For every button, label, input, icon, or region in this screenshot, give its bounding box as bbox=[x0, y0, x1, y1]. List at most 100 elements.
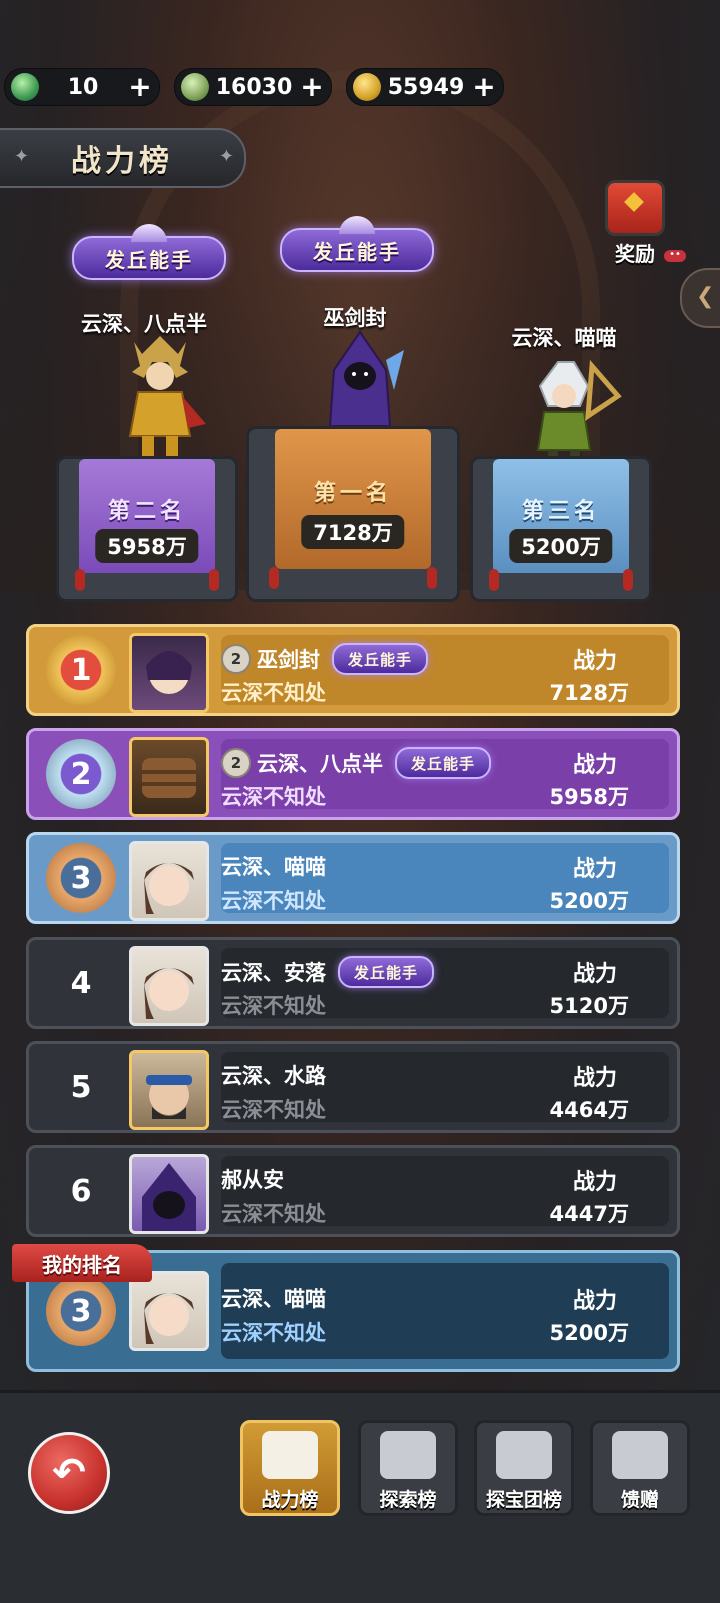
title-badge: 发丘能手 bbox=[338, 956, 435, 988]
rank-row-2[interactable]: 2 2 云深、八点半 发丘能手 云深不知处 战力 5958万 bbox=[26, 728, 680, 820]
page-title-plate: ✦ 战力榜 ✦ bbox=[0, 128, 246, 188]
podium-rank-label: 第二名 bbox=[107, 499, 186, 524]
power-label: 战力 bbox=[572, 649, 617, 674]
notification-dot: •• bbox=[664, 250, 686, 262]
avatar-portrait bbox=[144, 968, 194, 1019]
tassel-icon bbox=[489, 569, 499, 591]
title-badge: 发丘能手 bbox=[395, 747, 492, 779]
currency-coin: 55949 + bbox=[346, 68, 504, 106]
tab-explore-ranking[interactable]: 探索榜 bbox=[358, 1420, 458, 1516]
tassel-icon bbox=[269, 567, 279, 589]
player-name: 郝从安 bbox=[221, 1168, 284, 1192]
level-badge: 2 bbox=[221, 748, 251, 778]
guild-name: 云深不知处 bbox=[221, 1098, 326, 1122]
currency-value: 16030 bbox=[215, 74, 293, 100]
player-name: 2 云深、八点半 发丘能手 bbox=[221, 747, 492, 779]
fist-icon bbox=[262, 1431, 318, 1479]
sparkle-icon: ✦ bbox=[14, 146, 30, 167]
coin-icon bbox=[353, 73, 381, 101]
back-arrow-icon: ↶ bbox=[52, 1450, 86, 1496]
reward-label: 奖励 bbox=[615, 242, 655, 266]
power-label: 战力 bbox=[572, 1289, 617, 1314]
power-label: 战力 bbox=[572, 1066, 617, 1091]
hero-golden-warrior[interactable] bbox=[112, 332, 208, 472]
avatar-portrait bbox=[144, 863, 194, 914]
guild-name: 云深不知处 bbox=[221, 785, 326, 809]
avatar[interactable] bbox=[129, 946, 209, 1026]
guild-name: 云深不知处 bbox=[221, 994, 326, 1018]
power-label: 战力 bbox=[572, 1170, 617, 1195]
jade-icon bbox=[11, 73, 39, 101]
power-label: 战力 bbox=[572, 962, 617, 987]
podium-power: 5200万 bbox=[509, 529, 613, 563]
avatar-portrait bbox=[144, 1293, 194, 1344]
tab-treasure-team-ranking[interactable]: 探宝团榜 bbox=[474, 1420, 574, 1516]
player-name: 云深、水路 bbox=[221, 1064, 326, 1088]
avatar-portrait bbox=[146, 651, 192, 694]
guild-name: 云深不知处 bbox=[221, 681, 326, 705]
avatar[interactable] bbox=[129, 1050, 209, 1130]
power-value: 7128万 bbox=[549, 681, 629, 705]
tassel-icon bbox=[75, 569, 85, 591]
tab-gift[interactable]: 馈赠 bbox=[590, 1420, 690, 1516]
tassel-icon bbox=[427, 567, 437, 589]
avatar[interactable] bbox=[129, 841, 209, 921]
player-name: 云深、喵喵 bbox=[221, 1287, 326, 1311]
tent-icon bbox=[496, 1431, 552, 1479]
podium-chest-first: 第一名 7128万 bbox=[246, 426, 460, 602]
guild-name: 云深不知处 bbox=[221, 1202, 326, 1226]
avatar-portrait bbox=[142, 758, 196, 798]
back-button[interactable]: ↶ bbox=[28, 1432, 110, 1514]
guild-name: 云深不知处 bbox=[221, 889, 326, 913]
title-badge-first: 发丘能手 bbox=[280, 216, 434, 272]
power-value: 5958万 bbox=[549, 785, 629, 809]
title-badge: 发丘能手 bbox=[332, 643, 429, 675]
power-value: 5120万 bbox=[549, 994, 629, 1018]
add-coin-button[interactable]: + bbox=[471, 73, 497, 101]
power-label: 战力 bbox=[572, 753, 617, 778]
rank-row-5[interactable]: 5 云深、水路 云深不知处 战力 4464万 bbox=[26, 1041, 680, 1133]
avatar[interactable] bbox=[129, 1154, 209, 1234]
tab-power-ranking[interactable]: 战力榜 bbox=[240, 1420, 340, 1516]
currency-jade: 10 + bbox=[4, 68, 160, 106]
sparkle-icon: ✦ bbox=[218, 146, 234, 167]
podium-rank-label: 第三名 bbox=[521, 499, 600, 524]
rank-row-6[interactable]: 6 郝从安 云深不知处 战力 4447万 bbox=[26, 1145, 680, 1237]
reward-button[interactable]: 奖励 bbox=[600, 180, 670, 266]
rank-number: 6 bbox=[70, 1173, 92, 1209]
podium-name-first: 巫剑封 bbox=[323, 306, 387, 330]
add-money-bag-button[interactable]: + bbox=[299, 73, 325, 101]
player-name: 云深、安落 发丘能手 bbox=[221, 956, 435, 988]
podium-power: 7128万 bbox=[301, 515, 405, 549]
rank-number: 5 bbox=[70, 1069, 92, 1105]
title-badge-second: 发丘能手 bbox=[72, 224, 226, 280]
rank-row-1[interactable]: 1 2 巫剑封 发丘能手 云深不知处 战力 7128万 bbox=[26, 624, 680, 716]
money-bag-icon bbox=[181, 73, 209, 101]
player-name: 2 巫剑封 发丘能手 bbox=[221, 643, 429, 675]
podium-name-third: 云深、喵喵 bbox=[511, 326, 617, 350]
rank-row-3[interactable]: 3 云深、喵喵 云深不知处 战力 5200万 bbox=[26, 832, 680, 924]
podium-power: 5958万 bbox=[95, 529, 199, 563]
avatar[interactable] bbox=[129, 737, 209, 817]
guild-name: 云深不知处 bbox=[221, 1321, 326, 1345]
podium-chest-third: 第三名 5200万 bbox=[470, 456, 652, 602]
power-label: 战力 bbox=[572, 857, 617, 882]
rank-medal-3: 3 bbox=[46, 843, 116, 913]
add-jade-button[interactable]: + bbox=[127, 73, 153, 101]
player-name: 云深、喵喵 bbox=[221, 855, 326, 879]
page-title: 战力榜 bbox=[71, 144, 173, 179]
avatar[interactable] bbox=[129, 633, 209, 713]
power-value: 4464万 bbox=[549, 1098, 629, 1122]
rank-row-4[interactable]: 4 云深、安落 发丘能手 云深不知处 战力 5120万 bbox=[26, 937, 680, 1029]
currency-value: 55949 bbox=[387, 74, 465, 100]
rank-medal-3: 3 bbox=[46, 1276, 116, 1346]
my-rank-tag: 我的排名 bbox=[12, 1244, 152, 1282]
currency-value: 10 bbox=[67, 74, 99, 100]
pagoda-icon bbox=[380, 1431, 436, 1479]
rank-medal-2: 2 bbox=[46, 739, 116, 809]
chevron-left-icon: ❮ bbox=[696, 284, 715, 309]
gift-box-icon bbox=[605, 180, 665, 236]
rank-number: 4 bbox=[70, 965, 92, 1001]
avatar[interactable] bbox=[129, 1271, 209, 1351]
podium-rank-label: 第一名 bbox=[313, 481, 392, 506]
